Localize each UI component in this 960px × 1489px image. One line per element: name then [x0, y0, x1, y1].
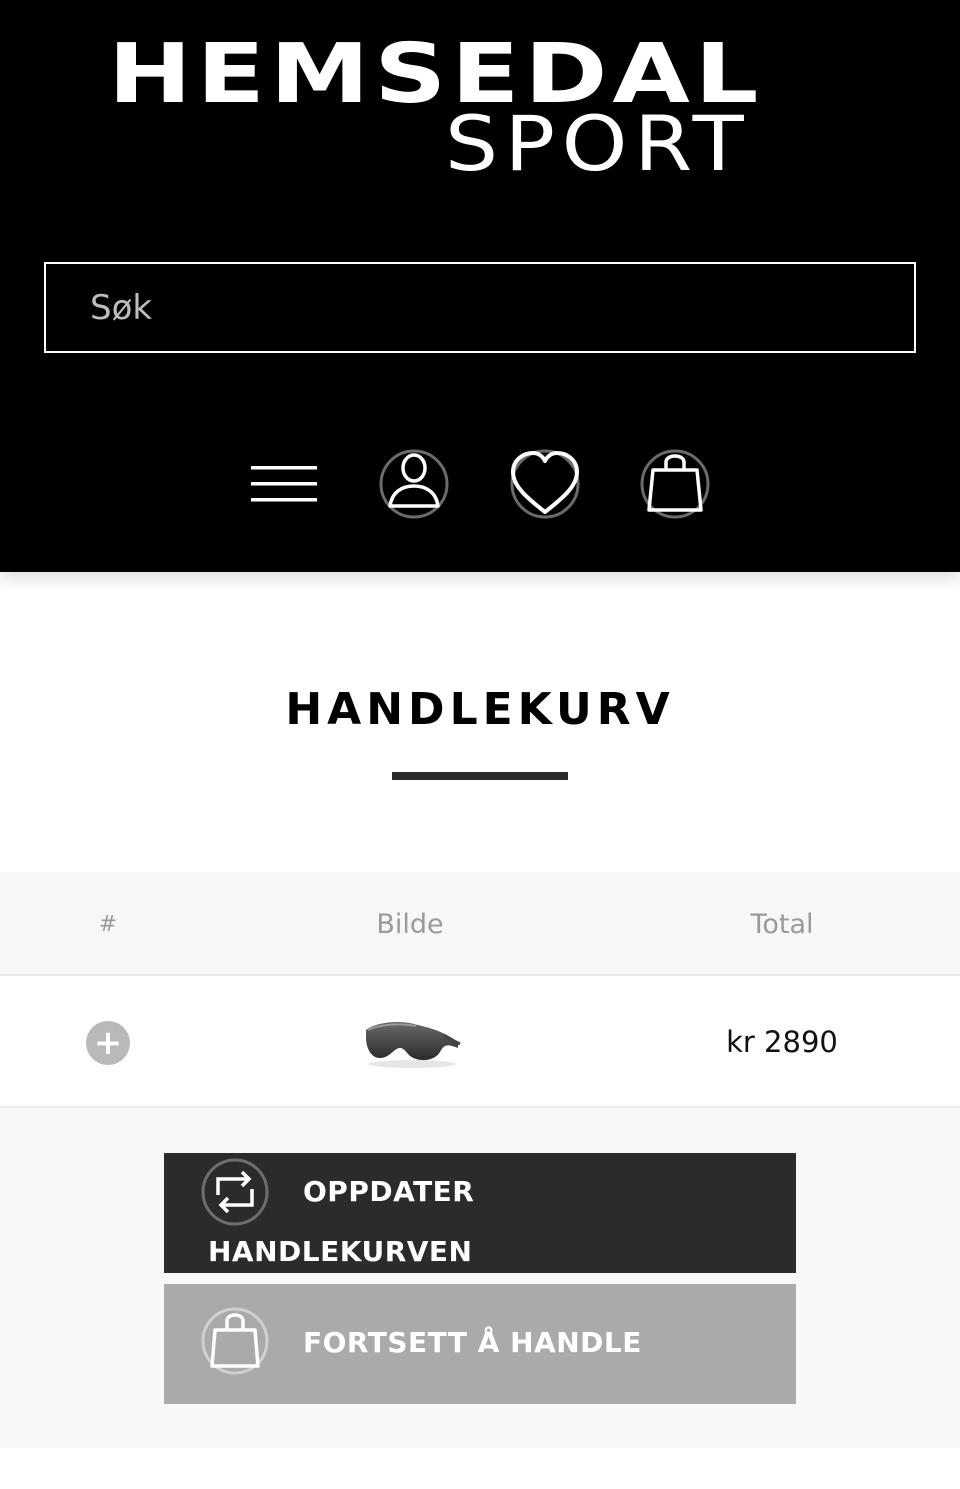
continue-shopping-button[interactable]: FORTSETT Å HANDLE [164, 1284, 796, 1404]
continue-shopping-label: FORTSETT Å HANDLE [303, 1326, 642, 1359]
update-cart-label-line2: HANDLEKURVEN [208, 1235, 473, 1268]
hemsedal-sport-logo[interactable]: HEMSEDAL SPORT [100, 30, 860, 190]
search-box[interactable] [44, 262, 916, 353]
site-header: HEMSEDAL SPORT [0, 0, 960, 572]
column-header-total: Total [750, 908, 814, 940]
table-row: + kr 2890 [0, 976, 960, 1108]
cart-table-header: # Bilde Total [0, 872, 960, 976]
update-cart-label-line1: OPPDATER [303, 1175, 475, 1208]
update-cart-button[interactable]: OPPDATER HANDLEKURVEN [164, 1153, 796, 1273]
heart-icon[interactable] [509, 448, 581, 520]
row-total-price: kr 2890 [726, 1025, 838, 1059]
refresh-icon [200, 1157, 270, 1227]
expand-row-button[interactable]: + [86, 1021, 130, 1065]
shopping-bag-icon[interactable] [639, 448, 711, 520]
title-underline [392, 772, 568, 780]
menu-icon[interactable] [248, 448, 320, 520]
cart-actions: OPPDATER HANDLEKURVEN FORTSETT Å HANDLE [0, 1108, 960, 1448]
shopping-bag-icon [200, 1306, 270, 1376]
search-input[interactable] [90, 287, 914, 328]
sunglasses-product-image[interactable] [360, 1014, 464, 1070]
header-nav [0, 448, 960, 523]
column-header-image: Bilde [376, 908, 444, 940]
logo-line2: SPORT [445, 99, 751, 188]
page-title: HANDLEKURV [285, 684, 675, 735]
user-icon[interactable] [378, 448, 450, 520]
column-header-number: # [98, 911, 118, 937]
page-title-wrap: HANDLEKURV [0, 684, 960, 735]
